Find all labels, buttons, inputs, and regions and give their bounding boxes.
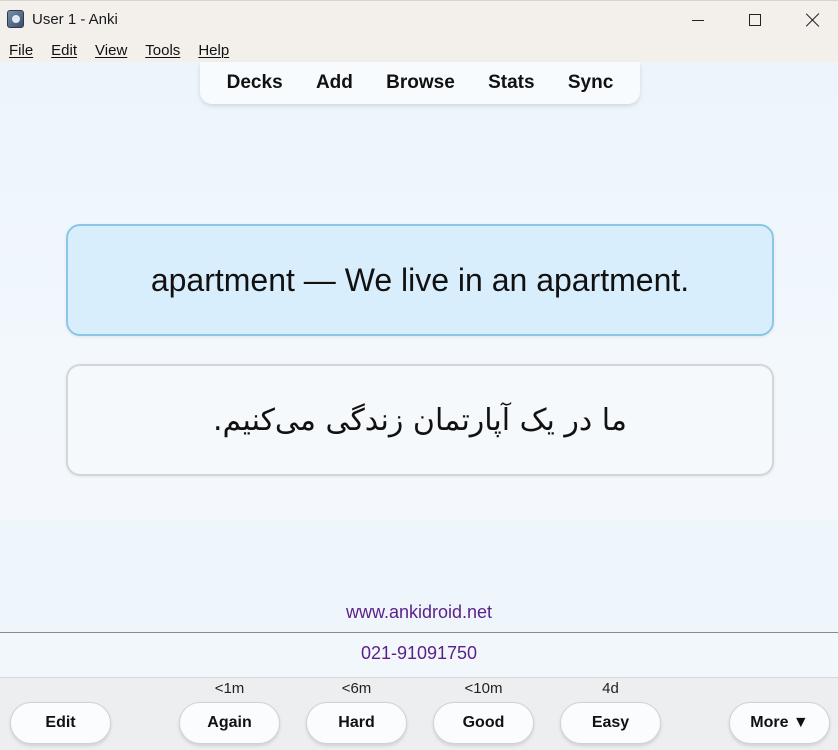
edit-button[interactable]: Edit [10,702,111,744]
menu-help[interactable]: Help [198,42,229,59]
hard-interval: <6m [341,680,372,697]
close-icon [806,13,820,27]
menu-file[interactable]: File [9,42,33,59]
website-link[interactable]: www.ankidroid.net [0,602,838,623]
main-toolbar: Decks Add Browse Stats Sync [200,62,640,104]
anki-app-icon [7,10,24,28]
menu-view[interactable]: View [95,42,127,59]
hard-button[interactable]: Hard [306,702,407,744]
menu-edit[interactable]: Edit [51,42,77,59]
again-interval: <1m [214,680,245,697]
good-button[interactable]: Good [433,702,534,744]
easy-interval: 4d [602,680,619,697]
maximize-button[interactable] [727,1,783,39]
minimize-button[interactable] [670,1,726,39]
title-bar: User 1 - Anki [0,0,838,38]
maximize-icon [749,14,761,26]
toolbar-browse[interactable]: Browse [380,72,461,94]
again-button[interactable]: Again [179,702,280,744]
answer-bar [0,677,838,750]
card-front: apartment — We live in an apartment. [66,224,774,336]
phone-link[interactable]: 021-91091750 [0,643,838,664]
close-button[interactable] [785,1,838,39]
menu-bar: File Edit View Tools Help [0,38,838,62]
minimize-icon [692,19,704,21]
easy-button[interactable]: Easy [560,702,661,744]
good-interval: <10m [464,680,503,697]
window-title: User 1 - Anki [32,11,118,28]
toolbar-add[interactable]: Add [310,72,359,94]
toolbar-stats[interactable]: Stats [482,72,540,94]
toolbar-sync[interactable]: Sync [562,72,619,94]
toolbar-decks[interactable]: Decks [221,72,289,94]
card-front-text: apartment — We live in an apartment. [150,261,690,298]
menu-tools[interactable]: Tools [145,42,180,59]
card-back: ما در یک آپارتمان زندگی می‌کنیم. [66,364,774,476]
more-button[interactable]: More ▼ [729,702,830,744]
card-back-text: ما در یک آپارتمان زندگی می‌کنیم. [213,402,627,438]
